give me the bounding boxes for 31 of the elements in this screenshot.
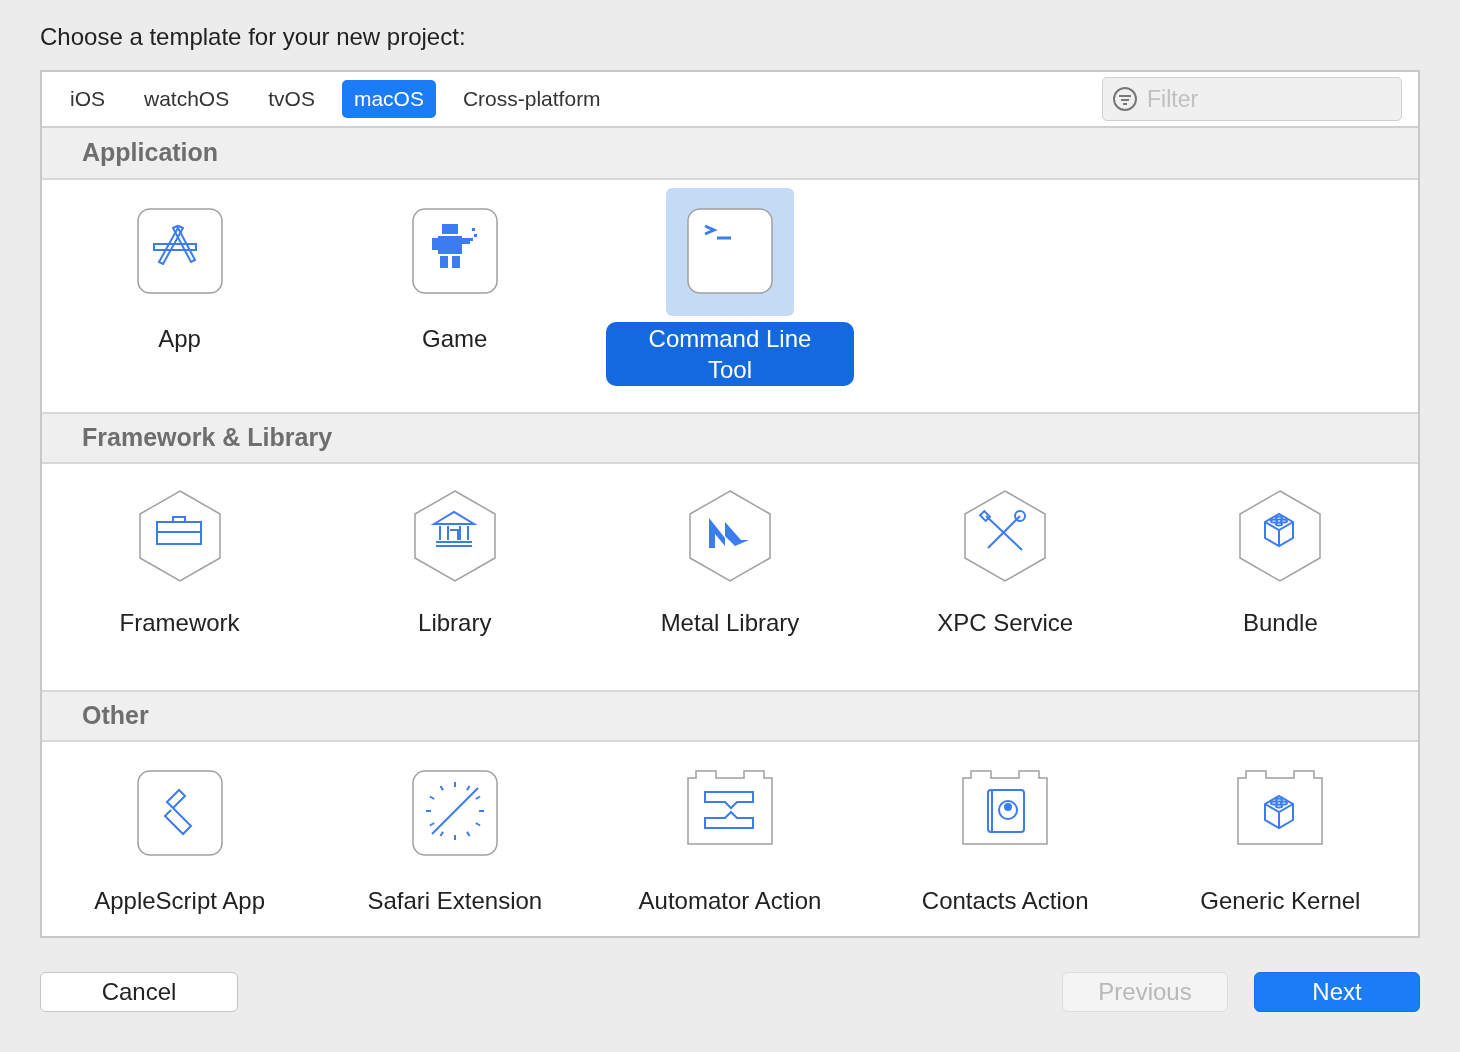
platform-tab[interactable]: watchOS (132, 80, 242, 118)
template-label: Bundle (1242, 608, 1319, 638)
section-title: Framework & Library (82, 422, 333, 454)
template-icon (136, 490, 223, 582)
template-label: Framework (118, 608, 241, 638)
template-label: Generic Kernel (1199, 886, 1362, 916)
template-label: Command Line Tool (606, 322, 854, 386)
template-label: Safari Extension (366, 886, 544, 916)
section-title: Other (82, 700, 149, 732)
template-label: Automator Action (637, 886, 823, 916)
template-label: Library (417, 608, 493, 638)
platform-tab[interactable]: tvOS (256, 80, 327, 118)
template-label: XPC Service (936, 608, 1075, 638)
template-tile[interactable] (666, 188, 794, 316)
platform-tab[interactable]: macOS (341, 80, 436, 118)
dialog-heading: Choose a template for your new project: (40, 22, 467, 52)
template-icon (687, 490, 773, 582)
section-title: Application (82, 137, 219, 169)
template-label: Game (421, 324, 489, 354)
template-icon (962, 490, 1049, 582)
template-label: App (157, 324, 202, 354)
template-label: AppleScript App (93, 886, 266, 916)
template-icon (411, 490, 498, 582)
dialog-button[interactable]: Cancel (40, 972, 238, 1012)
filter-icon (1112, 86, 1138, 112)
platform-tab[interactable]: iOS (58, 80, 117, 118)
platform-tab[interactable]: Cross-platform (450, 80, 613, 118)
template-label: Metal Library (659, 608, 801, 638)
dialog-button[interactable]: Next (1254, 972, 1420, 1012)
template-icon (1237, 490, 1324, 582)
template-label: Contacts Action (920, 886, 1090, 916)
